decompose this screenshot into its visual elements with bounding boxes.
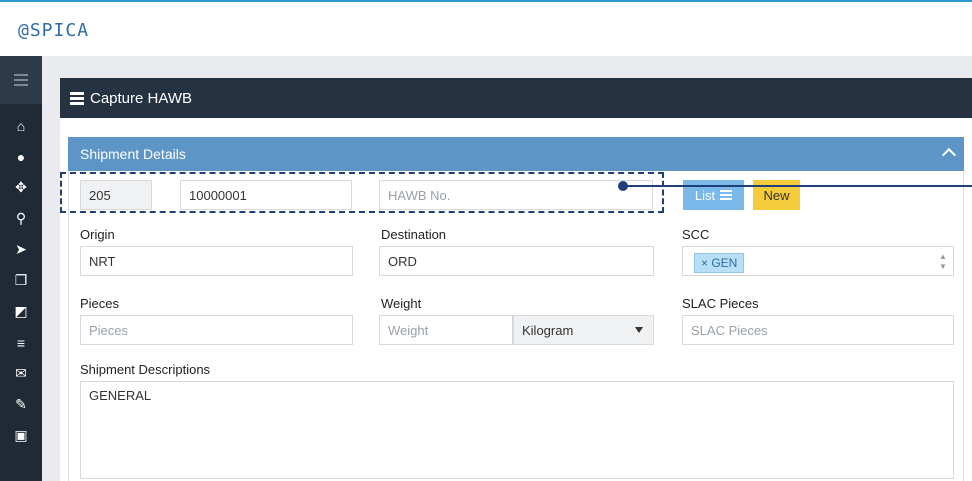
sidebar-item-user[interactable]: ●	[0, 141, 42, 172]
envelope-icon: ✉	[15, 365, 27, 381]
shipment-descriptions-textarea[interactable]: GENERAL	[80, 381, 954, 479]
shipment-descriptions-label: Shipment Descriptions	[80, 362, 211, 377]
capture-hawb-header: Capture HAWB	[60, 78, 972, 118]
destination-input[interactable]: ORD	[379, 246, 654, 276]
sidebar-item-search[interactable]: ⚲	[0, 203, 42, 234]
shipment-details-header[interactable]: Shipment Details	[68, 137, 964, 171]
list-icon	[720, 190, 733, 200]
list-icon	[70, 91, 84, 105]
edit-icon: ✎	[15, 396, 27, 412]
sidebar-item-edit[interactable]: ✎	[0, 389, 42, 420]
pieces-label: Pieces	[80, 296, 120, 311]
sidebar-item-home[interactable]: ⌂	[0, 110, 42, 141]
sidebar-item-external-link[interactable]: ◩	[0, 296, 42, 327]
callout-dot	[618, 181, 628, 191]
copy-icon: ❐	[14, 272, 28, 288]
scc-tag-gen[interactable]: × GEN	[694, 253, 745, 273]
sidebar-item-list[interactable]: ≡	[0, 327, 42, 358]
menu-toggle-button[interactable]	[0, 56, 42, 104]
weight-unit-select[interactable]: Kilogram	[513, 315, 654, 345]
origin-input[interactable]: NRT	[80, 246, 353, 276]
slac-pieces-label: SLAC Pieces	[682, 296, 759, 311]
send-icon: ➤	[15, 241, 27, 257]
spica-logo[interactable]: @SPICA	[18, 20, 89, 41]
destination-label: Destination	[381, 227, 447, 242]
hamburger-icon	[14, 74, 28, 86]
search-icon: ⚲	[15, 210, 27, 226]
section-title: Shipment Details	[80, 146, 186, 162]
page-title: Capture HAWB	[90, 89, 192, 107]
external-link-icon: ◩	[14, 303, 28, 319]
highlight-box	[60, 172, 664, 213]
chevron-up-icon[interactable]	[941, 147, 957, 163]
sidebar-item-pdf[interactable]: ▣	[0, 420, 42, 451]
sidebar-item-crosshair[interactable]: ✥	[0, 172, 42, 203]
caret-down-icon	[635, 327, 643, 333]
weight-label: Weight	[381, 296, 422, 311]
sidebar-item-copy[interactable]: ❐	[0, 265, 42, 296]
list-icon: ≡	[16, 334, 26, 351]
top-bar: @SPICA	[0, 0, 972, 56]
pdf-icon: ▣	[14, 427, 28, 443]
user-icon: ●	[16, 148, 26, 165]
origin-label: Origin	[80, 227, 115, 242]
sidebar-item-envelope[interactable]: ✉	[0, 358, 42, 389]
weight-input[interactable]: Weight	[379, 315, 513, 345]
crosshair-icon: ✥	[15, 179, 27, 195]
scc-spinner-icon[interactable]: ▲ ▼	[938, 252, 948, 272]
home-icon: ⌂	[16, 117, 26, 134]
scc-label: SCC	[682, 227, 710, 242]
sidebar: ⌂ ● ✥ ⚲ ➤ ❐ ◩ ≡ ✉ ✎ ▣	[0, 56, 42, 481]
pieces-input[interactable]: Pieces	[80, 315, 353, 345]
callout-line	[624, 185, 972, 187]
slac-pieces-input[interactable]: SLAC Pieces	[682, 315, 954, 345]
sidebar-item-send[interactable]: ➤	[0, 234, 42, 265]
